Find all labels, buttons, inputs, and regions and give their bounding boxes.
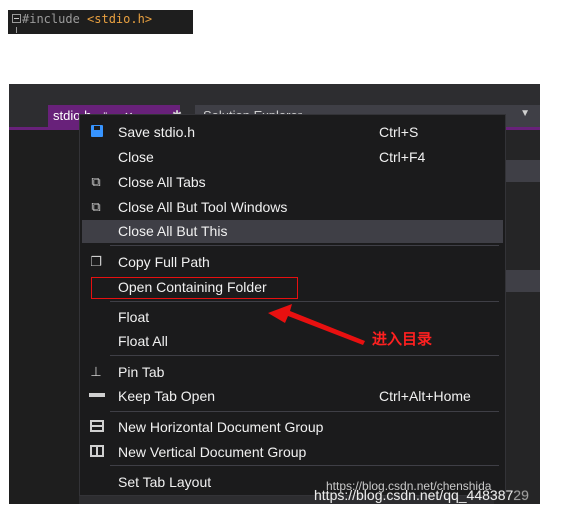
annotation-arrow: [268, 304, 365, 345]
annotation-text: 进入目录: [372, 331, 433, 348]
watermark-fade-text: 29: [513, 487, 529, 503]
watermark-primary: https://blog.csdn.net/qq_44838729: [314, 487, 529, 503]
watermark-main-text: https://blog.csdn.net/qq_448387: [314, 487, 514, 503]
